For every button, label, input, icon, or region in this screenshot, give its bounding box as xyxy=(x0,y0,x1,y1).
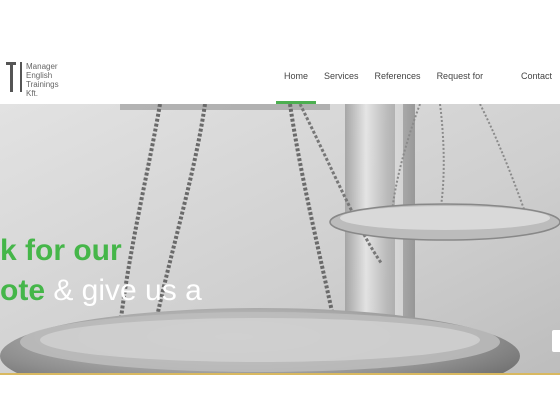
nav-item-contact[interactable]: Contact xyxy=(513,48,560,104)
hero-subtext: & give us a xyxy=(45,274,202,307)
hero-cta-button[interactable] xyxy=(552,330,560,352)
nav-item-label: References xyxy=(374,71,421,81)
nav-item-home[interactable]: Home xyxy=(276,48,317,104)
nav-item-services[interactable]: Services xyxy=(316,48,367,104)
nav-item-request-for-quote[interactable]: Request for Quote xyxy=(429,48,513,137)
logo-line-4: Kft. xyxy=(26,89,39,98)
main-navigation: Home Services References Request for Quo… xyxy=(276,48,560,137)
logo-mark-icon xyxy=(0,62,22,92)
hero-headline-line-1: k for our xyxy=(0,234,122,267)
nav-item-label: Services xyxy=(324,71,359,81)
top-blank-strip xyxy=(0,0,560,48)
logo-text: Manager English Trainings Kft. xyxy=(26,62,86,98)
hero-banner: k for our ote & give us a xyxy=(0,104,560,374)
logo-line-1: Manager xyxy=(26,62,58,71)
site-header: Manager English Trainings Kft. Home Serv… xyxy=(0,48,560,137)
nav-item-label: Home xyxy=(284,71,309,81)
nav-item-label: Contact xyxy=(520,71,552,81)
hero-headline-line-2: ote & give us a xyxy=(0,274,202,308)
company-logo[interactable]: Manager English Trainings Kft. xyxy=(0,58,80,98)
logo-line-2: English xyxy=(26,71,53,80)
logo-line-3: Trainings xyxy=(26,80,59,89)
page-bottom-area xyxy=(0,375,560,420)
hero-highlight-text: ote xyxy=(0,274,45,307)
nav-item-references[interactable]: References xyxy=(367,48,429,104)
